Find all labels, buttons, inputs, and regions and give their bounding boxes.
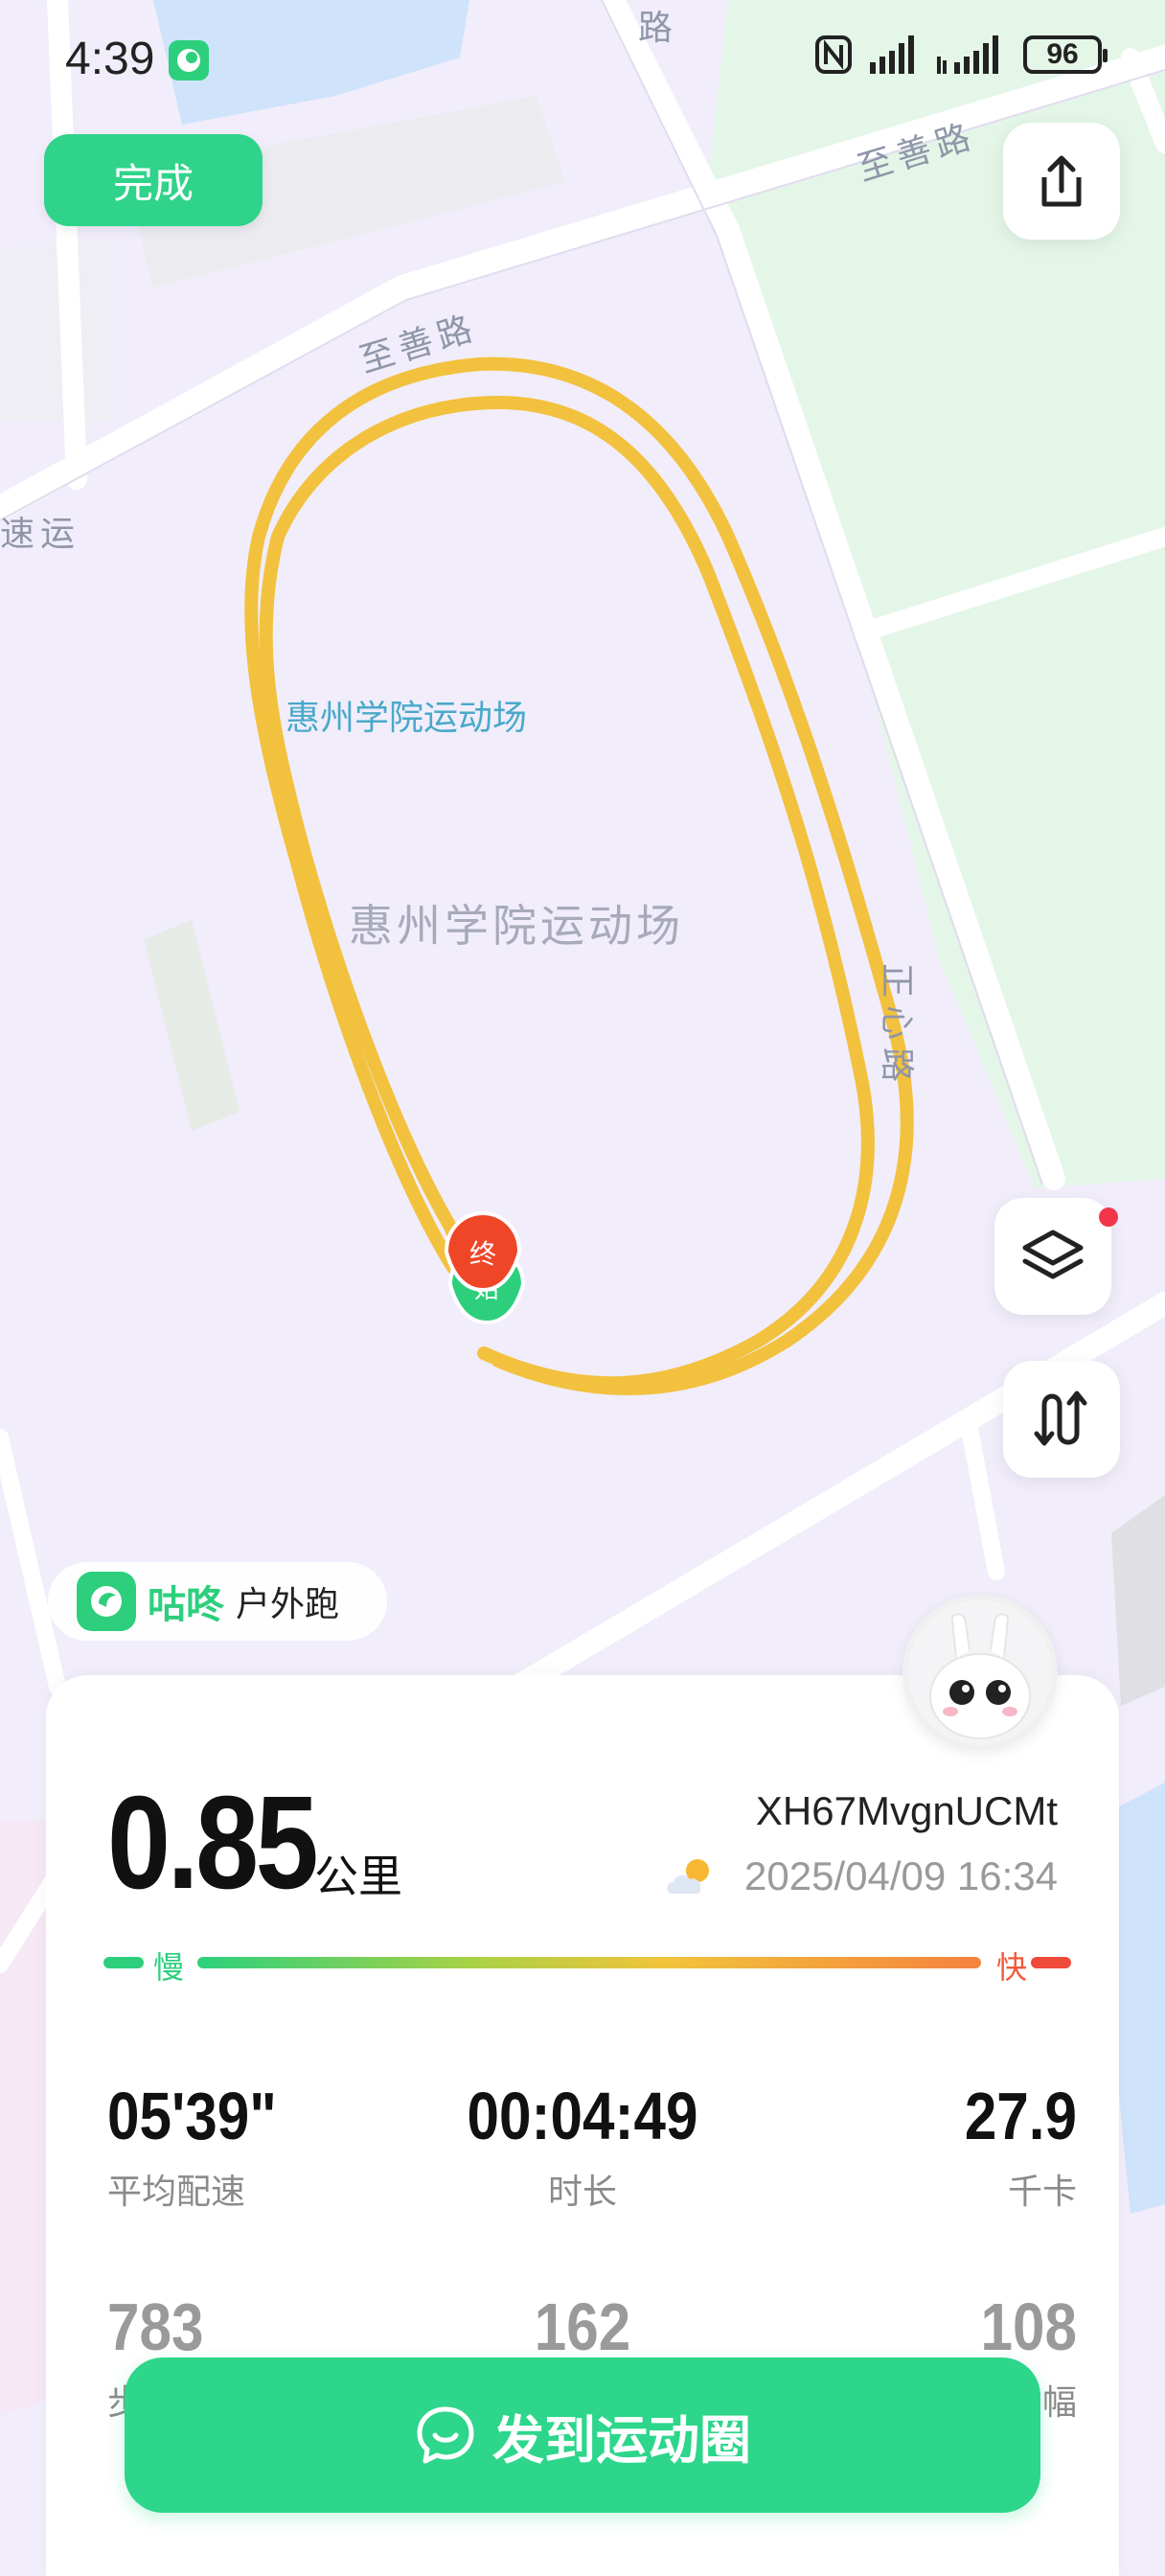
post-to-feed-button[interactable]: 发到运动圈 xyxy=(125,2358,1040,2513)
metric-duration: 00:04:49 时长 xyxy=(391,2078,774,2214)
brand-tag: 咕咚 户外跑 xyxy=(48,1562,387,1641)
done-button[interactable]: 完成 xyxy=(44,134,263,226)
status-time: 4:39 xyxy=(65,34,155,84)
road-label-zhengxin-text: 正心路 xyxy=(877,963,916,1091)
battery-icon: 96 xyxy=(1023,35,1108,74)
end-marker-label: 终 xyxy=(469,1238,496,1270)
metric-calories-label: 千卡 xyxy=(1007,2173,1077,2212)
pace-bar-slow-segment xyxy=(103,1957,144,1968)
metric-stride-value: 108 xyxy=(980,2289,1077,2364)
workout-datetime: 2025/04/09 16:34 xyxy=(744,1853,1058,1898)
share-button[interactable] xyxy=(1003,123,1120,240)
map-layers-button[interactable] xyxy=(994,1198,1111,1315)
post-to-feed-label: 发到运动圈 xyxy=(492,2409,751,2471)
layers-icon xyxy=(1022,1230,1084,1279)
nfc-icon xyxy=(815,35,852,74)
pace-legend-bar: 慢 快 xyxy=(103,1944,1071,1986)
metric-pace-value: 05'39" xyxy=(107,2079,277,2153)
pace-gradient xyxy=(197,1957,981,1968)
share-icon xyxy=(1041,155,1082,207)
area-label-stadium: 惠州学院运动场 xyxy=(349,900,684,952)
metric-duration-value: 00:04:49 xyxy=(467,2079,698,2153)
road-label-zhengxin: 正心路 xyxy=(875,963,925,1090)
signal-icon xyxy=(870,35,914,74)
avatar[interactable] xyxy=(902,1595,1058,1750)
route-wave-icon xyxy=(1034,1391,1087,1446)
route-toggle-button[interactable] xyxy=(1003,1361,1120,1478)
mascot-avatar-icon xyxy=(908,1600,1052,1744)
partly-cloudy-icon xyxy=(667,1859,709,1894)
end-marker: 终 xyxy=(444,1210,522,1293)
metric-calories-value: 27.9 xyxy=(964,2079,1077,2153)
distance-value: 0.85 xyxy=(107,1769,319,1917)
metric-cadence-value: 162 xyxy=(534,2289,631,2364)
status-bar: 4:39 96 xyxy=(0,0,1165,115)
pace-slow-label: 慢 xyxy=(153,1949,185,1986)
metric-steps-value: 783 xyxy=(107,2289,204,2364)
activity-type: 户外跑 xyxy=(236,1585,340,1624)
poi-label-stadium[interactable]: 惠州学院运动场 xyxy=(286,690,527,740)
road-label-partial: 速运 xyxy=(0,515,81,554)
codoon-logo-icon xyxy=(77,1572,136,1631)
metric-pace-label: 平均配速 xyxy=(107,2173,246,2212)
metric-calories: 27.9 千卡 xyxy=(789,2078,1077,2214)
brand-name: 咕咚 xyxy=(148,1583,224,1627)
pace-fast-label: 快 xyxy=(996,1949,1028,1986)
pace-bar-fast-segment xyxy=(1031,1957,1071,1968)
signal-hd-icon xyxy=(937,35,998,74)
notification-dot xyxy=(1099,1208,1118,1227)
app-notification-icon xyxy=(169,40,209,80)
user-id: XH67MvgnUCMt xyxy=(755,1788,1058,1833)
chat-bubble-icon xyxy=(417,2406,474,2464)
battery-level: 96 xyxy=(1046,38,1079,70)
distance-unit: 公里 xyxy=(314,1851,402,1902)
metric-pace: 05'39" 平均配速 xyxy=(107,2078,305,2214)
metric-duration-label: 时长 xyxy=(547,2173,617,2212)
status-icons: 96 xyxy=(814,34,1108,75)
